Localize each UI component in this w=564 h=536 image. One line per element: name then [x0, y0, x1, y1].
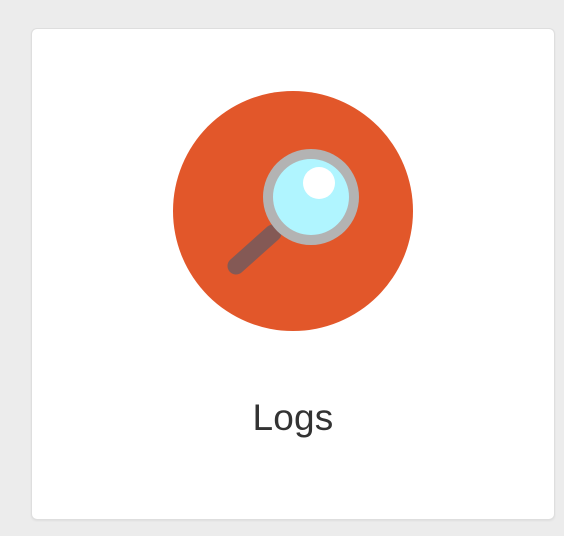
magnifier-lens-shine	[303, 167, 335, 199]
magnifying-glass-icon	[172, 90, 414, 332]
logs-tile[interactable]: Logs	[31, 28, 555, 520]
tile-label: Logs	[252, 397, 334, 438]
